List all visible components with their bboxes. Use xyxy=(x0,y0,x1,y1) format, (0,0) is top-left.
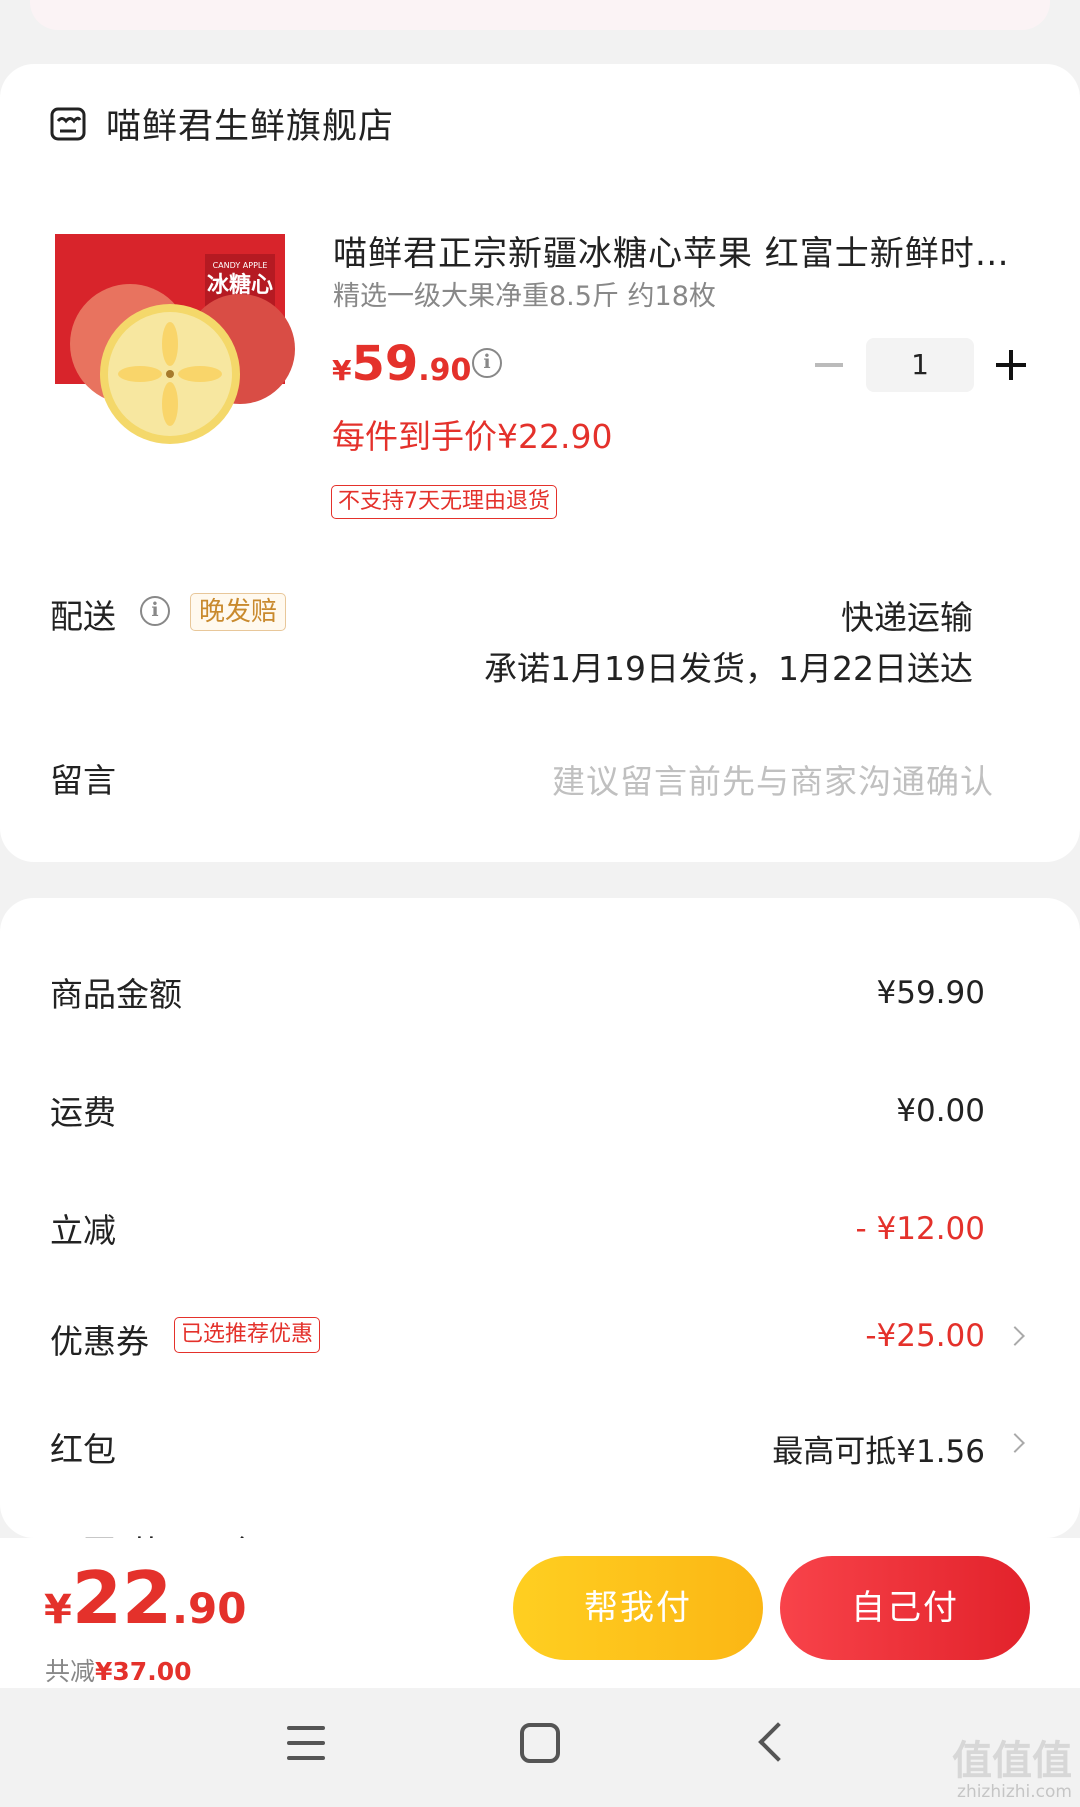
delivery-info-icon[interactable]: i xyxy=(140,596,170,626)
coupon-selected-tag: 已选推荐优惠 xyxy=(174,1317,321,1353)
recent-apps-icon[interactable] xyxy=(287,1726,325,1760)
shipping-fee-label: 运费 xyxy=(50,1093,116,1132)
back-icon[interactable] xyxy=(758,1722,798,1762)
shipping-date: 承诺1月19日发货，1月22日送达 xyxy=(484,649,973,688)
goods-amount-value: ¥59.90 xyxy=(876,975,985,1011)
quantity-increase-button[interactable] xyxy=(996,350,1026,380)
saved-prefix: 共减 xyxy=(45,1657,96,1686)
total-price: ¥ 22 .90 xyxy=(44,1556,246,1640)
delivery-label: 配送 xyxy=(50,597,116,636)
return-policy-tag: 不支持7天无理由退货 xyxy=(331,485,557,519)
checkout-bar: ¥ 22 .90 共减¥37.00 帮我付 自己付 xyxy=(0,1538,1080,1688)
price-info-icon[interactable]: i xyxy=(472,348,502,378)
box-subtitle-text: CANDY APPLE xyxy=(213,261,268,270)
total-saved: 共减¥37.00 xyxy=(45,1652,192,1688)
product-price: ¥ 59 .90 xyxy=(332,336,471,392)
goods-amount-label: 商品金额 xyxy=(50,975,182,1014)
price-decimal: .90 xyxy=(418,353,472,388)
watermark-logo: 值值值 xyxy=(952,1738,1072,1784)
coupon-label[interactable]: 优惠券 xyxy=(50,1315,149,1363)
product-spec[interactable]: 精选一级大果净重8.5斤 约18枚 xyxy=(333,274,716,313)
message-label: 留言 xyxy=(50,761,116,800)
pay-myself-button[interactable]: 自己付 xyxy=(780,1556,1030,1660)
product-title[interactable]: 喵鲜君正宗新疆冰糖心苹果 红富士新鲜时… xyxy=(333,226,1033,275)
message-input[interactable]: 建议留言前先与商家沟通确认 xyxy=(552,755,994,803)
watermark-url: zhizhizhi.com xyxy=(957,1782,1072,1802)
total-currency: ¥ xyxy=(44,1587,72,1633)
shipping-fee-value: ¥0.00 xyxy=(896,1093,985,1129)
previous-card-edge xyxy=(0,0,1080,30)
price-currency: ¥ xyxy=(332,354,352,387)
red-packet-label[interactable]: 红包 xyxy=(50,1423,116,1471)
system-nav-bar: 值值值 zhizhizhi.com xyxy=(0,1688,1080,1807)
order-item-card: 喵鲜君生鲜旗舰店 冰糖心 CANDY APPLE 喵鲜君正宗新疆冰糖心苹果 红富… xyxy=(0,64,1080,862)
store-header[interactable]: 喵鲜君生鲜旗舰店 xyxy=(50,98,394,149)
store-name: 喵鲜君生鲜旗舰店 xyxy=(106,107,395,147)
instant-discount-label: 立减 xyxy=(50,1211,116,1250)
red-packet-value[interactable]: 最高可抵¥1.56 xyxy=(772,1426,985,1471)
price-integer: 59 xyxy=(351,336,419,392)
total-integer: 22 xyxy=(71,1556,173,1640)
product-image[interactable]: 冰糖心 CANDY APPLE xyxy=(55,224,295,464)
saved-amount: ¥37.00 xyxy=(95,1657,192,1686)
help-me-pay-button[interactable]: 帮我付 xyxy=(513,1556,763,1660)
quantity-decrease-button[interactable] xyxy=(815,363,843,367)
shipping-method[interactable]: 快递运输 xyxy=(841,591,973,639)
each-price: 每件到手价¥22.90 xyxy=(332,417,613,456)
quantity-input[interactable]: 1 xyxy=(866,338,974,392)
instant-discount-value: - ¥12.00 xyxy=(855,1211,985,1247)
store-icon xyxy=(50,107,86,140)
coupon-value[interactable]: -¥25.00 xyxy=(865,1318,985,1354)
home-icon[interactable] xyxy=(520,1723,560,1763)
total-decimal: .90 xyxy=(172,1584,247,1633)
late-compensation-tag: 晚发赔 xyxy=(190,593,287,631)
